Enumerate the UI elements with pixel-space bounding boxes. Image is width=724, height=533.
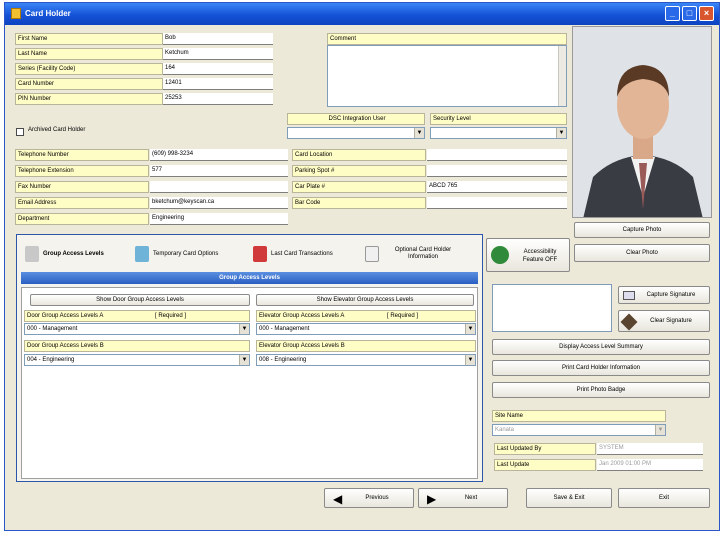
door-group-a-label: Door Group Access Levels A [ Required ] (24, 310, 250, 322)
bar-code-field[interactable] (427, 197, 567, 209)
comment-scrollbar[interactable] (558, 46, 566, 106)
document-icon (365, 246, 379, 262)
show-elevator-groups-button[interactable]: Show Elevator Group Access Levels (256, 294, 474, 306)
next-button[interactable]: ▶ Next (418, 488, 508, 508)
comment-label: Comment (327, 33, 567, 45)
card-number-label: Card Number (15, 78, 163, 90)
last-updated-by-value: SYSTEM (597, 443, 703, 455)
facility-code-label: Series (Facility Code) (15, 63, 163, 75)
security-level-label: Security Level (430, 113, 567, 125)
chevron-down-icon: ▼ (556, 128, 566, 138)
close-button[interactable]: × (699, 6, 714, 21)
clear-signature-button[interactable]: Clear Signature (618, 310, 710, 332)
minimize-button[interactable]: _ (665, 6, 680, 21)
card-location-label: Card Location (292, 149, 426, 161)
arrow-left-icon: ◀ (333, 492, 343, 506)
parking-spot-field[interactable] (427, 165, 567, 177)
card-number-field[interactable]: 12401 (163, 78, 273, 90)
chevron-down-icon: ▼ (239, 324, 249, 334)
department-label: Department (15, 213, 149, 225)
elevator-group-b-dropdown[interactable]: 008 - Engineering ▼ (256, 354, 476, 366)
capture-photo-button[interactable]: Capture Photo (574, 222, 710, 238)
tab-temporary-card-options[interactable]: Temporary Card Options (135, 239, 218, 269)
maximize-button[interactable]: □ (682, 6, 697, 21)
save-exit-button[interactable]: Save & Exit (526, 488, 612, 508)
telephone-number-field[interactable]: (609) 998-3234 (150, 149, 288, 161)
tab-pane: Group Access Levels Temporary Card Optio… (16, 234, 483, 482)
portrait-image (573, 27, 711, 217)
facility-code-field[interactable]: 164 (163, 63, 273, 75)
title-bar: Card Holder _ □ × (5, 3, 719, 25)
window-title: Card Holder (25, 9, 71, 18)
print-info-button[interactable]: Print Card Holder Information (492, 360, 710, 376)
chevron-down-icon: ▼ (239, 355, 249, 365)
last-update-value: Jan 2009 01:00 PM (597, 459, 703, 471)
arrow-right-icon: ▶ (427, 492, 437, 506)
archived-checkbox[interactable] (16, 128, 24, 136)
site-name-label: Site Name (492, 410, 666, 422)
chevron-down-icon: ▼ (465, 355, 475, 365)
group-access-levels-header: Group Access Levels (21, 272, 478, 284)
transaction-icon (253, 246, 267, 262)
signature-box[interactable] (492, 284, 612, 332)
car-plate-label: Car Plate # (292, 181, 426, 193)
last-name-field[interactable]: Ketchum (163, 48, 273, 60)
eraser-icon (620, 313, 638, 331)
first-name-field[interactable]: Bob (163, 33, 273, 45)
door-group-a-dropdown[interactable]: 000 - Management ▼ (24, 323, 250, 335)
exit-button[interactable]: Exit (618, 488, 710, 508)
wheelchair-icon (491, 246, 509, 264)
chevron-down-icon: ▼ (465, 324, 475, 334)
tab-group-access-levels[interactable]: Group Access Levels (25, 239, 104, 269)
tab-optional-card-holder-information[interactable]: Optional Card Holder Information (365, 239, 463, 269)
clear-photo-button[interactable]: Clear Photo (574, 244, 710, 262)
card-location-field[interactable] (427, 149, 567, 161)
key-icon (25, 246, 39, 262)
last-name-label: Last Name (15, 48, 163, 60)
signature-pad-icon (623, 291, 635, 300)
door-group-b-dropdown[interactable]: 004 - Engineering ▼ (24, 354, 250, 366)
fax-number-field[interactable] (150, 181, 288, 193)
elevator-group-a-label: Elevator Group Access Levels A [ Require… (256, 310, 476, 322)
first-name-label: First Name (15, 33, 163, 45)
tab-last-card-transactions[interactable]: Last Card Transactions (253, 239, 333, 269)
accessibility-button[interactable]: Accessibility Feature OFF (486, 238, 570, 272)
car-plate-field[interactable]: ABCD 765 (427, 181, 567, 193)
capture-signature-button[interactable]: Capture Signature (618, 286, 710, 304)
pin-number-field[interactable]: 25253 (163, 93, 273, 105)
cardholder-photo (572, 26, 712, 218)
chevron-down-icon: ▼ (655, 425, 665, 435)
chevron-down-icon: ▼ (414, 128, 424, 138)
show-door-groups-button[interactable]: Show Door Group Access Levels (30, 294, 250, 306)
group-access-panel: Show Door Group Access Levels Show Eleva… (21, 287, 478, 479)
parking-spot-label: Parking Spot # (292, 165, 426, 177)
fax-number-label: Fax Number (15, 181, 149, 193)
department-field[interactable]: Engineering (150, 213, 288, 225)
security-level-dropdown[interactable]: ▼ (430, 127, 567, 139)
display-summary-button[interactable]: Display Access Level Summary (492, 339, 710, 355)
email-address-label: Email Address (15, 197, 149, 209)
elevator-group-b-label: Elevator Group Access Levels B (256, 340, 476, 352)
telephone-extension-label: Telephone Extension (15, 165, 149, 177)
dsc-integration-dropdown[interactable]: ▼ (287, 127, 425, 139)
elevator-group-a-dropdown[interactable]: 000 - Management ▼ (256, 323, 476, 335)
last-update-label: Last Update (494, 459, 596, 471)
telephone-extension-field[interactable]: 577 (150, 165, 288, 177)
email-address-field[interactable]: bketchum@keyscan.ca (150, 197, 288, 209)
print-badge-button[interactable]: Print Photo Badge (492, 382, 710, 398)
site-name-dropdown[interactable]: Kanata ▼ (492, 424, 666, 436)
door-group-b-label: Door Group Access Levels B (24, 340, 250, 352)
app-icon (11, 8, 21, 19)
telephone-number-label: Telephone Number (15, 149, 149, 161)
card-icon (135, 246, 149, 262)
bar-code-label: Bar Code (292, 197, 426, 209)
archived-label: Archived Card Holder (28, 127, 86, 133)
last-updated-by-label: Last Updated By (494, 443, 596, 455)
dsc-integration-label: DSC Integration User (287, 113, 425, 125)
pin-number-label: PIN Number (15, 93, 163, 105)
previous-button[interactable]: ◀ Previous (324, 488, 414, 508)
comment-field[interactable] (327, 45, 567, 107)
